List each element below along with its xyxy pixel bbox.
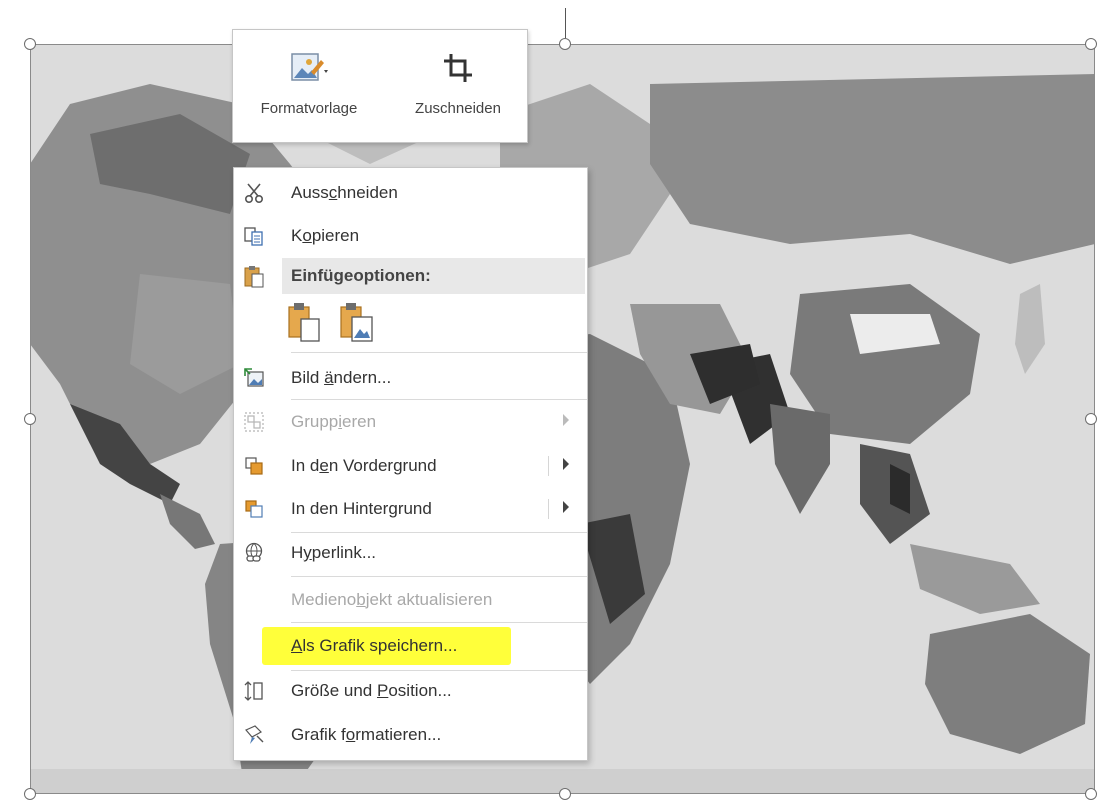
menu-separator — [291, 352, 587, 353]
send-backward-icon — [242, 497, 266, 521]
menu-label-cut: Ausschneiden — [291, 183, 398, 202]
menu-label-size-position: Größe und Position... — [291, 681, 452, 700]
split-separator — [548, 456, 549, 476]
submenu-arrow-icon — [563, 414, 569, 426]
scissors-icon — [242, 181, 266, 205]
clipboard-icon — [242, 264, 266, 288]
split-separator — [548, 499, 549, 519]
resize-handle-bottom-left[interactable] — [24, 788, 36, 800]
context-menu: Ausschneiden Kopieren Einfügeoptionen: B… — [233, 167, 588, 761]
format-picture-icon — [242, 723, 266, 747]
paste-keep-formatting-button[interactable] — [286, 301, 324, 345]
bring-forward-icon — [242, 454, 266, 478]
submenu-arrow-icon[interactable] — [563, 501, 569, 513]
menu-label-copy: Kopieren — [291, 226, 360, 245]
resize-handle-top-right[interactable] — [1085, 38, 1097, 50]
menu-item-copy[interactable]: Kopieren — [234, 216, 587, 256]
paste-options — [286, 301, 376, 347]
menu-item-save-as-picture[interactable]: Als Grafik speichern... — [234, 626, 587, 666]
menu-item-group[interactable]: Gruppieren — [234, 402, 587, 442]
menu-label-format-picture: Grafik formatieren... — [291, 725, 442, 744]
crop-button[interactable]: Zuschneiden — [389, 30, 527, 142]
paste-options-title: Einfügeoptionen: — [291, 266, 431, 285]
mini-toolbar: Formatvorlage Zuschneiden — [232, 29, 528, 143]
menu-label-hyperlink: Hyperlink... — [291, 543, 377, 562]
rotation-handle-line — [565, 8, 566, 40]
resize-handle-middle-right[interactable] — [1085, 413, 1097, 425]
paste-keep-formatting-icon — [288, 303, 320, 342]
menu-separator — [291, 622, 587, 623]
menu-label-bring-to-front: In den Vordergrund — [291, 456, 437, 475]
format-style-button[interactable]: Formatvorlage — [235, 30, 383, 142]
menu-label-send-to-back: In den Hintergrund — [291, 499, 432, 518]
group-icon — [242, 410, 266, 434]
paste-options-header: Einfügeoptionen: — [282, 258, 585, 294]
menu-label-group: Gruppieren — [291, 412, 377, 431]
menu-item-send-to-back[interactable]: In den Hintergrund — [234, 489, 587, 529]
menu-label-update-media: Medienobjekt aktualisieren — [291, 590, 493, 609]
menu-item-hyperlink[interactable]: Hyperlink... — [234, 533, 587, 573]
crop-label: Zuschneiden — [415, 100, 501, 117]
resize-handle-middle-left[interactable] — [24, 413, 36, 425]
menu-item-format-picture[interactable]: Grafik formatieren... — [234, 715, 587, 755]
menu-label-change-picture: Bild ändern... — [291, 368, 392, 387]
menu-label-save-as-picture: Als Grafik speichern... — [291, 636, 458, 655]
resize-handle-bottom-center[interactable] — [559, 788, 571, 800]
resize-handle-top-left[interactable] — [24, 38, 36, 50]
hyperlink-icon — [242, 541, 266, 565]
menu-separator — [291, 576, 587, 577]
copy-icon — [242, 224, 266, 248]
menu-item-change-picture[interactable]: Bild ändern... — [234, 358, 587, 398]
menu-separator — [291, 399, 587, 400]
paste-as-picture-button[interactable] — [338, 301, 376, 345]
submenu-arrow-icon[interactable] — [563, 458, 569, 470]
menu-item-cut[interactable]: Ausschneiden — [234, 173, 587, 213]
menu-item-size-position[interactable]: Größe und Position... — [234, 671, 587, 711]
resize-handle-top-center[interactable] — [559, 38, 571, 50]
resize-handle-bottom-right[interactable] — [1085, 788, 1097, 800]
picture-style-icon — [289, 48, 329, 88]
menu-item-update-media[interactable]: Medienobjekt aktualisieren — [234, 580, 587, 620]
format-style-label: Formatvorlage — [260, 100, 358, 117]
size-position-icon — [242, 679, 266, 703]
paste-as-picture-icon — [340, 303, 373, 342]
crop-icon — [441, 48, 475, 88]
menu-item-bring-to-front[interactable]: In den Vordergrund — [234, 446, 587, 486]
change-picture-icon — [242, 366, 266, 390]
